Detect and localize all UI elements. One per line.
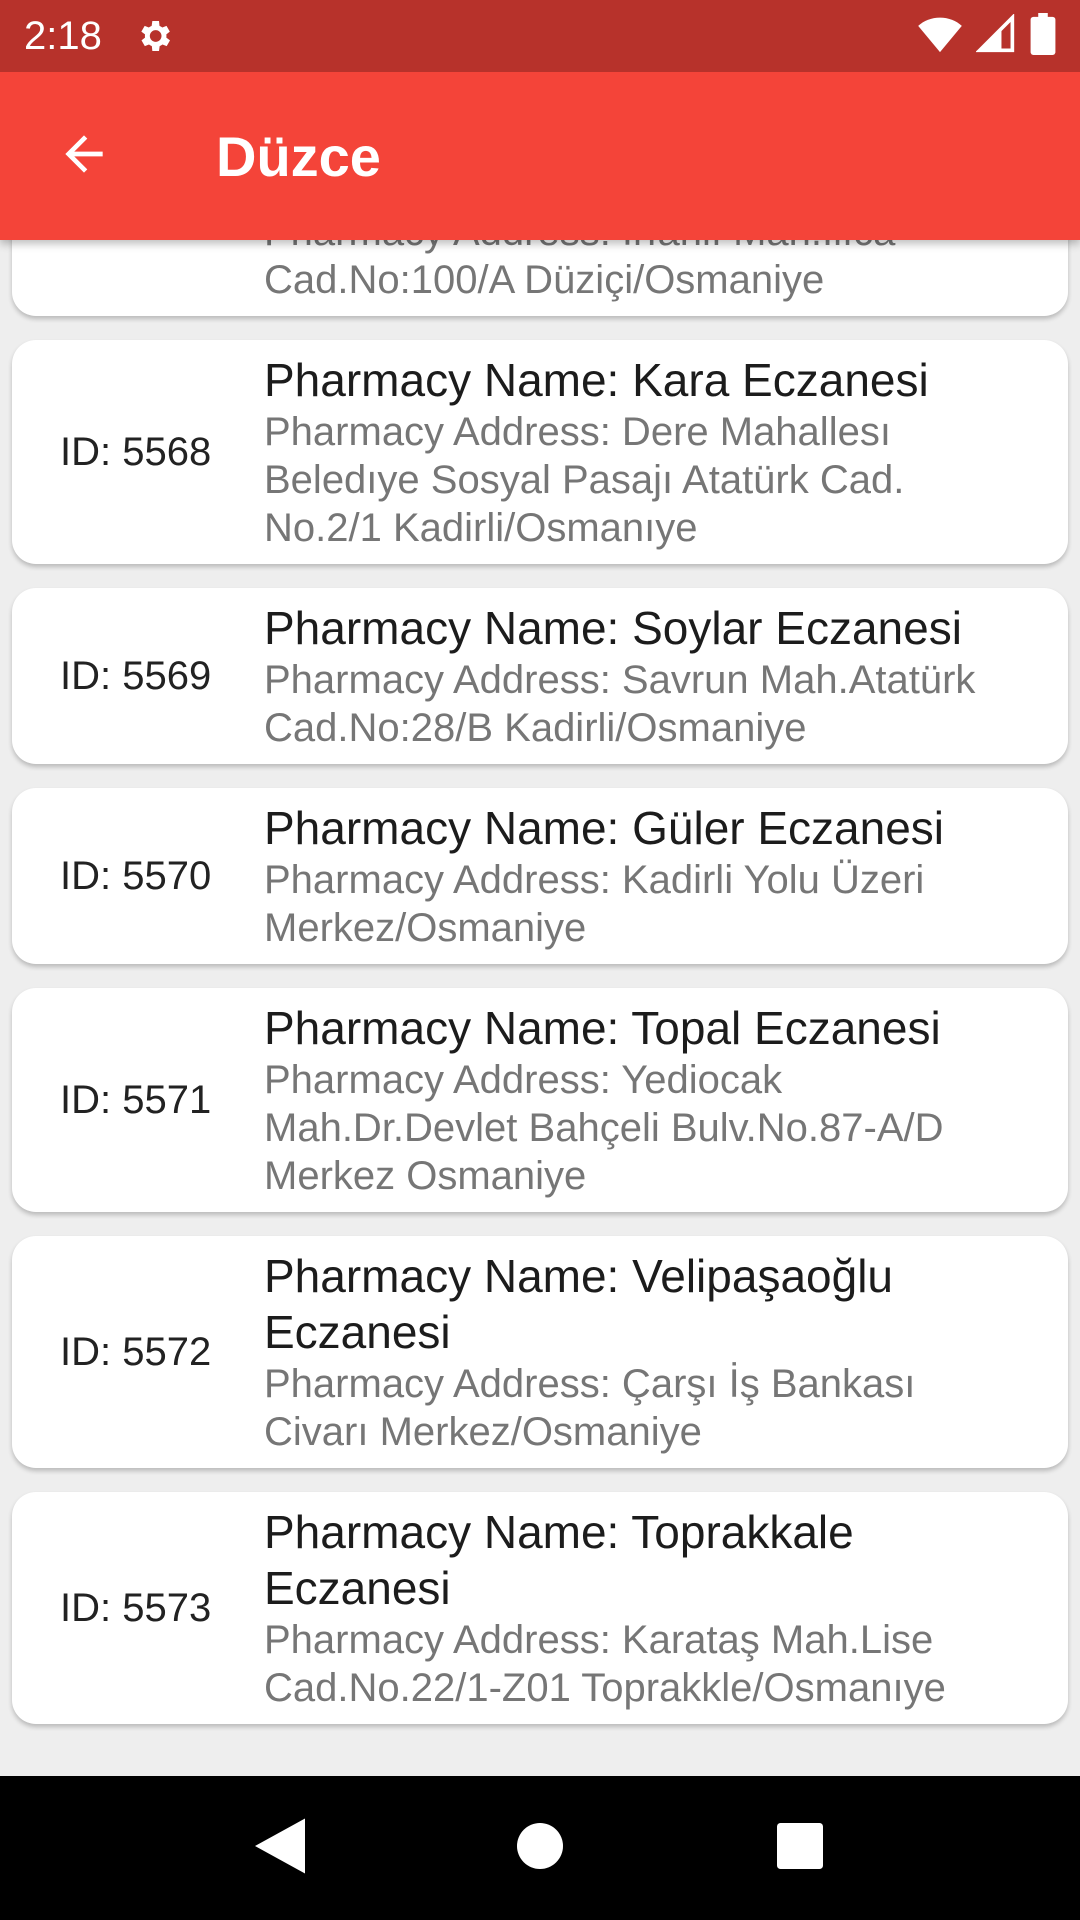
wifi-icon (918, 14, 962, 59)
pharmacy-address: Pharmacy Address: Yediocak Mah.Dr.Devlet… (264, 1058, 944, 1198)
pharmacy-id: ID: 5569 (60, 653, 212, 698)
back-button[interactable] (24, 96, 144, 216)
pharmacy-id: ID: 5570 (60, 853, 212, 898)
pharmacy-card[interactable]: ID: 5570 Pharmacy Name: Güler Eczanesi P… (12, 788, 1068, 964)
nav-recents-icon (777, 1822, 823, 1874)
arrow-back-icon (56, 126, 112, 187)
pharmacy-name: Pharmacy Name: Kara Eczanesi (264, 354, 929, 406)
pharmacy-address: Pharmacy Address: Dere Mahallesı Beledıy… (264, 410, 905, 550)
pharmacy-address: Pharmacy Address: Karataş Mah.Lise Cad.N… (264, 1618, 946, 1710)
pharmacy-id: ID: 5572 (60, 1329, 212, 1374)
pharmacy-card[interactable]: ID: 5571 Pharmacy Name: Topal Eczanesi P… (12, 988, 1068, 1212)
nav-recents-button[interactable] (740, 1788, 860, 1908)
pharmacy-address: Pharmacy Address: Savrun Mah.Atatürk Cad… (264, 658, 976, 750)
pharmacy-card[interactable]: ID: 5573 Pharmacy Name: Toprakkale Eczan… (12, 1492, 1068, 1724)
pharmacy-card[interactable]: ID: 5572 Pharmacy Name: Velipaşaoğlu Ecz… (12, 1236, 1068, 1468)
battery-icon (1030, 12, 1056, 60)
pharmacy-name: Pharmacy Name: Velipaşaoğlu Eczanesi (264, 1250, 893, 1358)
pharmacy-address: Pharmacy Address: Çarşı İş Bankası Civar… (264, 1362, 916, 1454)
pharmacy-name: Pharmacy Name: Güler Eczanesi (264, 802, 945, 854)
nav-back-button[interactable] (220, 1788, 340, 1908)
pharmacy-name: Pharmacy Name: Toprakkale Eczanesi (264, 1506, 854, 1614)
status-time: 2:18 (24, 13, 102, 58)
pharmacy-id: ID: 5568 (60, 429, 212, 474)
nav-home-button[interactable] (480, 1788, 600, 1908)
settings-gear-icon (134, 16, 174, 56)
signal-icon (975, 12, 1016, 59)
app-bar: Düzce (0, 72, 1080, 240)
pharmacy-name: Pharmacy Name: Topal Eczanesi (264, 1002, 941, 1054)
pharmacy-address: Pharmacy Address: Kadirli Yolu Üzeri Mer… (264, 858, 925, 950)
pharmacy-list[interactable]: ID: 5567 Pharmacy Address: İrfanlı Mah.I… (0, 240, 1080, 1776)
nav-home-icon (517, 1822, 563, 1874)
pharmacy-card[interactable]: ID: 5569 Pharmacy Name: Soylar Eczanesi … (12, 588, 1068, 764)
pharmacy-name: Pharmacy Name: Soylar Eczanesi (264, 602, 962, 654)
nav-back-icon (255, 1818, 305, 1879)
pharmacy-id: ID: 5573 (60, 1585, 212, 1630)
page-title: Düzce (216, 124, 381, 188)
pharmacy-card[interactable]: ID: 5568 Pharmacy Name: Kara Eczanesi Ph… (12, 340, 1068, 564)
pharmacy-id: ID: 5571 (60, 1077, 212, 1122)
status-bar: 2:18 (0, 0, 1080, 72)
pharmacy-address: Pharmacy Address: İrfanlı Mah.Ilıca Cad.… (264, 240, 895, 302)
pharmacy-card[interactable]: ID: 5567 Pharmacy Address: İrfanlı Mah.I… (12, 240, 1068, 316)
system-nav-bar (0, 1776, 1080, 1920)
